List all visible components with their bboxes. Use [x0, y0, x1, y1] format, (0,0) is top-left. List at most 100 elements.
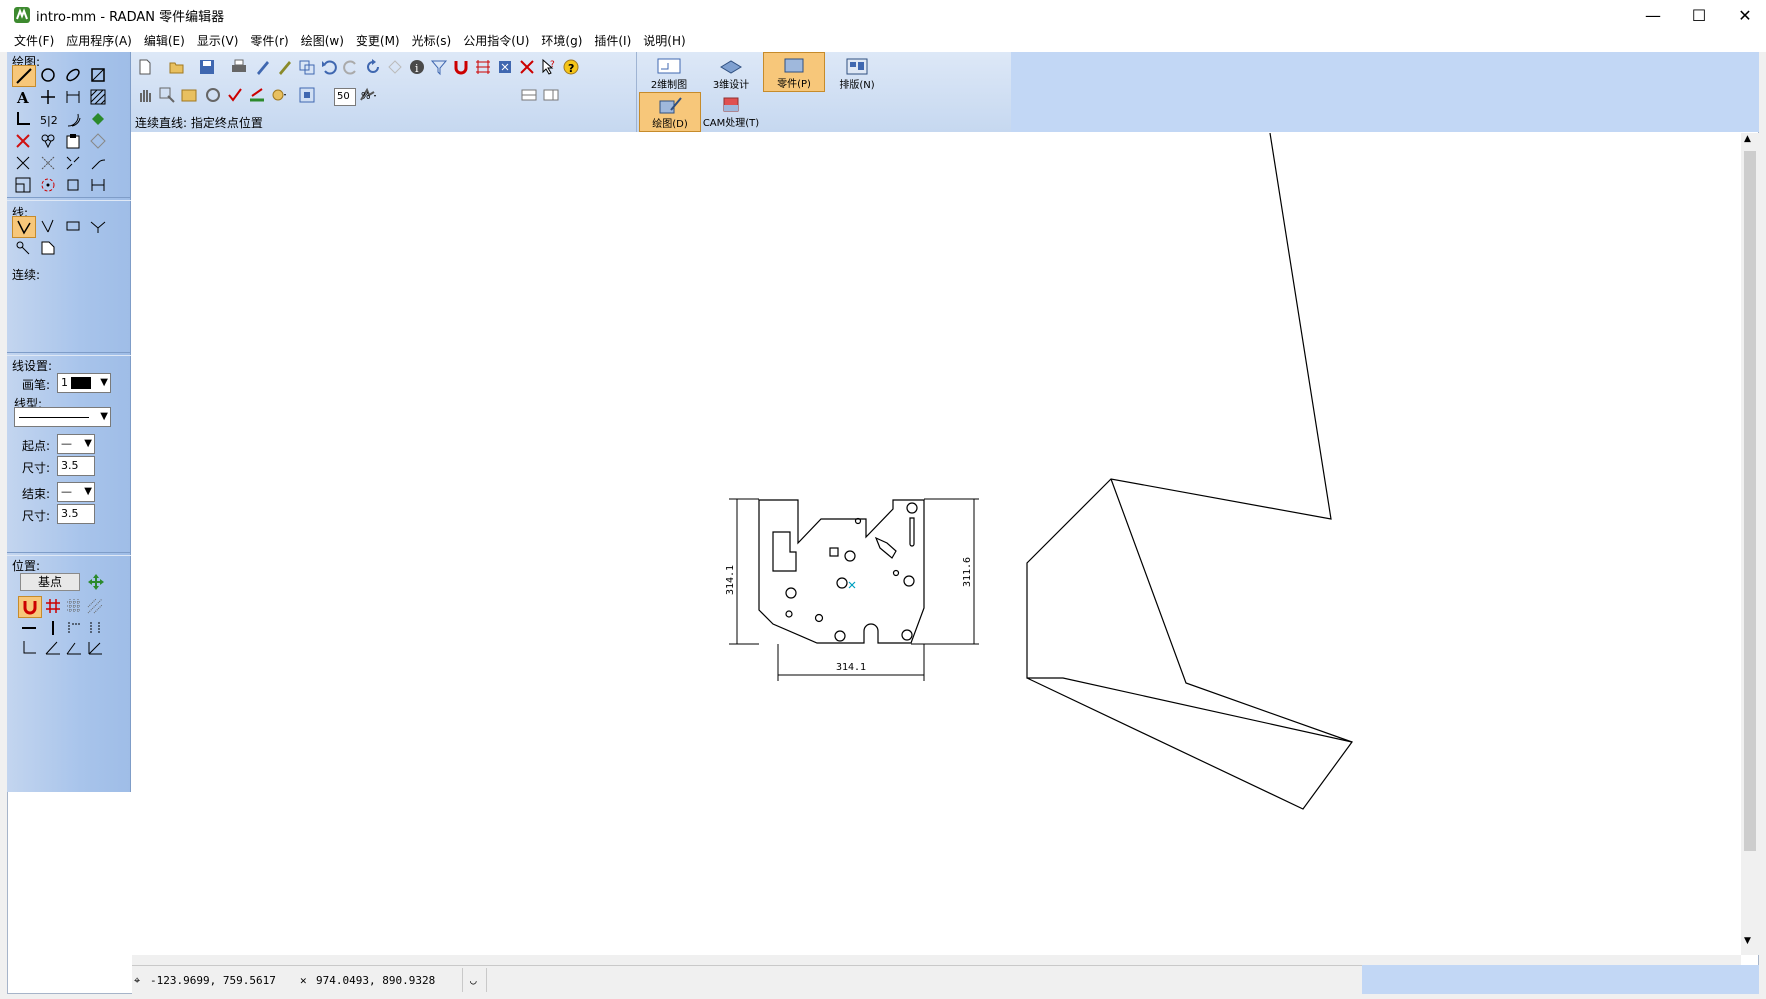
polyline-icon[interactable]	[12, 238, 34, 258]
corner-tool-icon[interactable]	[12, 109, 34, 129]
zoom-all-icon[interactable]	[177, 84, 201, 106]
symbol-tool-icon[interactable]	[87, 109, 109, 129]
undo-icon[interactable]	[317, 56, 341, 78]
start-arrow-select[interactable]: — ▼	[57, 434, 95, 454]
context-help-icon[interactable]: ?	[537, 56, 561, 78]
stretch-tool-icon[interactable]	[62, 175, 84, 195]
menu-environment[interactable]: 环境(g)	[535, 30, 588, 52]
menu-cursor[interactable]: 光标(s)	[406, 30, 458, 52]
grid-snap-icon[interactable]	[42, 596, 64, 616]
copy-tool-icon[interactable]	[37, 131, 59, 151]
offset-tool-icon[interactable]	[62, 109, 84, 129]
zoom-window-icon[interactable]	[155, 84, 179, 106]
split-tool-icon[interactable]: 5|2	[37, 109, 59, 129]
close-button[interactable]: ✕	[1722, 0, 1766, 30]
start-size-input[interactable]: 3.5	[57, 456, 95, 476]
perpendicular-icon[interactable]	[63, 618, 85, 638]
break-tool-icon[interactable]	[62, 153, 84, 173]
magnet-icon[interactable]	[449, 56, 473, 78]
angle-line-icon[interactable]	[87, 216, 109, 236]
new-file-icon[interactable]	[133, 56, 157, 78]
cam-mode-button[interactable]: CAM处理(T)	[701, 92, 761, 130]
delete-tool-icon[interactable]	[12, 131, 34, 151]
rectangle-line-icon[interactable]	[62, 216, 84, 236]
angle-grid-icon[interactable]	[84, 596, 106, 616]
menu-draw[interactable]: 绘图(w)	[295, 30, 350, 52]
continuous-line-icon[interactable]	[12, 216, 36, 238]
parallel-icon[interactable]	[84, 618, 106, 638]
base-point-button[interactable]: 基点	[20, 573, 80, 591]
scroll-down-arrow-icon[interactable]: ▼	[1744, 936, 1751, 946]
menu-edit[interactable]: 编辑(E)	[138, 30, 191, 52]
menu-help[interactable]: 说明(H)	[637, 30, 691, 52]
hatch-tool-icon[interactable]	[87, 87, 109, 107]
maximize-button[interactable]: ☐	[1676, 0, 1722, 30]
circle-tool-icon[interactable]	[37, 65, 59, 85]
dimension-tool-icon[interactable]	[62, 87, 84, 107]
line-tool-icon[interactable]	[12, 65, 36, 87]
menu-plugins[interactable]: 插件(I)	[588, 30, 637, 52]
print-icon[interactable]	[227, 56, 251, 78]
rectangle-tool-icon[interactable]	[87, 65, 109, 85]
help-icon[interactable]: ?	[559, 56, 583, 78]
linetype-select[interactable]: ▼	[14, 407, 111, 427]
properties-icon[interactable]	[295, 56, 319, 78]
menu-application[interactable]: 应用程序(A)	[60, 30, 138, 52]
pan-hand-icon[interactable]	[133, 84, 157, 106]
scroll-up-arrow-icon[interactable]: ▲	[1744, 134, 1751, 144]
pen-select[interactable]: 1 ▼	[57, 373, 111, 393]
save-icon[interactable]	[195, 56, 219, 78]
end-arrow-select[interactable]: — ▼	[57, 482, 95, 502]
end-size-input[interactable]: 3.5	[57, 504, 95, 524]
text-tool-icon[interactable]: A	[12, 87, 34, 107]
menu-view[interactable]: 显示(V)	[191, 30, 245, 52]
drawing-mode-button[interactable]: 绘图(D)	[639, 92, 701, 132]
edit-tool-icon[interactable]	[273, 56, 297, 78]
vertical-constraint-icon[interactable]	[42, 618, 64, 638]
regenerate-icon[interactable]	[201, 84, 225, 106]
filter-icon[interactable]	[427, 56, 451, 78]
open-folder-icon[interactable]	[165, 56, 189, 78]
measure-tool-icon[interactable]	[87, 175, 109, 195]
fillet-tool-icon[interactable]	[87, 153, 109, 173]
part-mode-button[interactable]: 零件(P)	[763, 52, 825, 92]
menu-part[interactable]: 零件(r)	[244, 30, 294, 52]
ellipse-tool-icon[interactable]	[62, 65, 84, 85]
trim-tool-icon[interactable]	[12, 153, 34, 173]
zoom-box-icon[interactable]	[493, 56, 517, 78]
shape-tool-icon[interactable]	[87, 131, 109, 151]
pencil-icon[interactable]	[251, 56, 275, 78]
menu-common-commands[interactable]: 公用指令(U)	[457, 30, 535, 52]
delete-selection-icon[interactable]	[515, 56, 539, 78]
vertical-split-icon[interactable]	[539, 84, 563, 106]
design-3d-button[interactable]: 3维设计	[701, 54, 761, 92]
angle-snap-icon[interactable]	[42, 638, 64, 658]
extend-tool-icon[interactable]	[37, 153, 59, 173]
chamfer-line-icon[interactable]	[37, 238, 59, 258]
refresh-icon[interactable]	[361, 56, 385, 78]
move-cursor-icon[interactable]	[85, 572, 107, 592]
horizontal-scrollbar[interactable]	[132, 955, 1741, 965]
orthogonal-icon[interactable]	[18, 638, 40, 658]
nesting-mode-button[interactable]: 排版(N)	[827, 54, 887, 92]
point-cross-icon[interactable]	[37, 87, 59, 107]
zoom-input[interactable]: 50	[334, 88, 356, 106]
tangent-line-icon[interactable]	[37, 216, 59, 236]
pattern-icon[interactable]	[383, 56, 407, 78]
info-icon[interactable]: i	[405, 56, 429, 78]
minimize-button[interactable]: —	[1630, 0, 1676, 30]
horizontal-split-icon[interactable]	[517, 84, 541, 106]
snap-magnet-icon[interactable]	[18, 596, 42, 618]
design-2d-button[interactable]: 2维制图	[639, 54, 699, 92]
dimension-grid-icon[interactable]	[471, 56, 495, 78]
settings-dropdown-icon[interactable]	[267, 84, 291, 106]
dot-grid-icon[interactable]	[63, 596, 85, 616]
zoom-percent-icon[interactable]	[295, 84, 319, 106]
menu-modify[interactable]: 变更(M)	[350, 30, 406, 52]
rotate-tool-icon[interactable]	[37, 175, 59, 195]
angle-snap-3-icon[interactable]	[84, 638, 106, 658]
angle-snap-2-icon[interactable]	[63, 638, 85, 658]
check-icon[interactable]	[223, 84, 247, 106]
vertical-scroll-thumb[interactable]	[1744, 151, 1756, 851]
scale-tool-icon[interactable]	[12, 175, 34, 195]
